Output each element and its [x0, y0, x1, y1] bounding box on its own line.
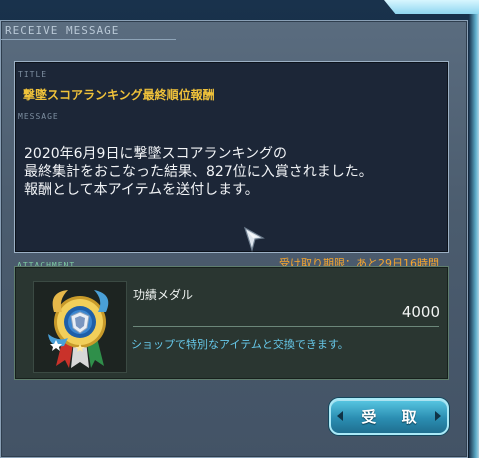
receive-message-panel: RECEIVE MESSAGE TITLE 撃墜スコアランキング最終順位報酬 M…	[0, 20, 468, 458]
item-name: 功績メダル	[133, 288, 194, 302]
button-arrow-right-icon	[435, 411, 441, 421]
game-screen: RECEIVE MESSAGE TITLE 撃墜スコアランキング最終順位報酬 M…	[0, 0, 479, 458]
pointer-cursor-icon	[243, 226, 265, 252]
receive-button[interactable]: 受 取	[329, 398, 449, 435]
message-label: MESSAGE	[18, 112, 59, 121]
message-line: 2020年6月9日に撃墜スコアランキングの	[24, 146, 288, 162]
frame-top-ornament	[384, 0, 479, 14]
title-label: TITLE	[18, 70, 48, 79]
item-icon-frame	[33, 281, 127, 373]
medal-icon	[48, 290, 109, 368]
button-arrow-left-icon	[337, 411, 343, 421]
panel-title: RECEIVE MESSAGE	[5, 24, 120, 37]
frame-right-edge	[469, 0, 479, 458]
message-line: 最終集計をおこなった結果、827位に入賞されました。	[24, 164, 373, 180]
item-divider	[133, 326, 439, 327]
panel-title-divider	[1, 39, 176, 40]
receive-button-label: 受 取	[361, 408, 427, 426]
message-title: 撃墜スコアランキング最終順位報酬	[23, 88, 215, 102]
item-count: 4000	[401, 303, 440, 321]
message-body: 2020年6月9日に撃墜スコアランキングの 最終集計をおこなった結果、827位に…	[24, 145, 444, 199]
item-description: ショップで特別なアイテムと交換できます。	[131, 338, 349, 351]
attachment-box: 功績メダル 4000 ショップで特別なアイテムと交換できます。	[14, 266, 449, 380]
message-box: TITLE 撃墜スコアランキング最終順位報酬 MESSAGE 2020年6月9日…	[14, 61, 449, 270]
message-line: 報酬として本アイテムを送付します。	[24, 182, 259, 198]
